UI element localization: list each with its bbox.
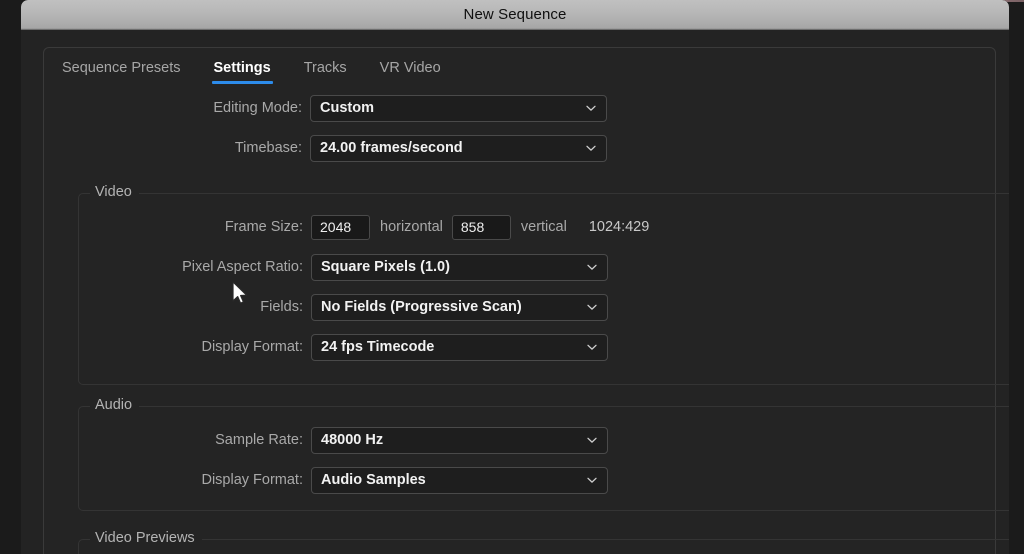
chevron-down-icon	[585, 102, 597, 114]
frame-size-horizontal-unit: horizontal	[380, 219, 443, 235]
fields-value: No Fields (Progressive Scan)	[321, 299, 522, 315]
video-display-format-label: Display Format:	[201, 339, 303, 355]
tab-vr-video[interactable]: VR Video	[378, 57, 443, 84]
editing-mode-select[interactable]: Custom	[310, 94, 607, 122]
video-previews-group-body	[79, 540, 1009, 554]
pixel-aspect-ratio-value: Square Pixels (1.0)	[321, 259, 450, 275]
chevron-down-icon	[586, 434, 598, 446]
sample-rate-label: Sample Rate:	[215, 432, 303, 448]
row-editing-mode: Editing Mode: Custom	[44, 94, 995, 122]
editing-mode-label: Editing Mode:	[213, 100, 302, 116]
top-fields: Editing Mode: Custom Timebase: 24.00 fra…	[44, 94, 995, 174]
video-display-format-value: 24 fps Timecode	[321, 339, 435, 355]
sample-rate-value: 48000 Hz	[321, 432, 384, 448]
sample-rate-select[interactable]: 48000 Hz	[311, 426, 608, 454]
video-display-format-select[interactable]: 24 fps Timecode	[311, 333, 608, 361]
dialog-titlebar[interactable]: New Sequence	[21, 0, 1009, 30]
chevron-down-icon	[586, 341, 598, 353]
row-video-display-format: Display Format: 24 fps Timecode	[79, 333, 1009, 361]
timebase-select[interactable]: 24.00 frames/second	[310, 134, 607, 162]
chevron-down-icon	[585, 142, 597, 154]
audio-group-body: Sample Rate: 48000 Hz Display Format: Au…	[79, 407, 1009, 515]
row-sample-rate: Sample Rate: 48000 Hz	[79, 426, 1009, 454]
chevron-down-icon	[586, 261, 598, 273]
timebase-label: Timebase:	[234, 140, 302, 156]
tab-bar: Sequence Presets Settings Tracks VR Vide…	[60, 57, 443, 84]
video-group-body: Frame Size: 2048 horizontal 858 vertical…	[79, 194, 1009, 382]
tab-sequence-presets[interactable]: Sequence Presets	[60, 57, 183, 84]
video-previews-group-legend: Video Previews	[90, 530, 202, 546]
pixel-aspect-ratio-label: Pixel Aspect Ratio:	[182, 259, 303, 275]
video-previews-group: Video Previews	[78, 530, 1009, 554]
pixel-aspect-ratio-select[interactable]: Square Pixels (1.0)	[311, 253, 608, 281]
audio-group-legend: Audio	[90, 397, 140, 413]
new-sequence-dialog: New Sequence Sequence Presets Settings T…	[21, 0, 1009, 554]
audio-display-format-value: Audio Samples	[321, 472, 426, 488]
video-group: Video Frame Size: 2048 horizontal 858 ve…	[78, 184, 1009, 385]
row-frame-size: Frame Size: 2048 horizontal 858 vertical…	[79, 213, 1009, 241]
tab-tracks[interactable]: Tracks	[302, 57, 349, 84]
settings-panel: Sequence Presets Settings Tracks VR Vide…	[43, 47, 1009, 554]
audio-group: Audio Sample Rate: 48000 Hz Display Form…	[78, 397, 1009, 511]
frame-size-label: Frame Size:	[224, 219, 303, 235]
audio-display-format-label: Display Format:	[201, 472, 303, 488]
row-audio-display-format: Display Format: Audio Samples	[79, 466, 1009, 494]
editing-mode-value: Custom	[320, 100, 374, 116]
screen: New Sequence Sequence Presets Settings T…	[0, 0, 1024, 554]
audio-display-format-select[interactable]: Audio Samples	[311, 466, 608, 494]
timebase-value: 24.00 frames/second	[320, 140, 463, 156]
dialog-title: New Sequence	[463, 6, 567, 23]
row-fields: Fields: No Fields (Progressive Scan)	[79, 293, 1009, 321]
fields-select[interactable]: No Fields (Progressive Scan)	[311, 293, 608, 321]
row-timebase: Timebase: 24.00 frames/second	[44, 134, 995, 162]
tab-settings[interactable]: Settings	[211, 57, 273, 84]
row-pixel-aspect-ratio: Pixel Aspect Ratio: Square Pixels (1.0)	[79, 253, 1009, 281]
frame-size-horizontal-input[interactable]: 2048	[311, 214, 370, 240]
dialog-body: Sequence Presets Settings Tracks VR Vide…	[21, 30, 1009, 554]
frame-size-vertical-input[interactable]: 858	[451, 214, 511, 240]
video-group-legend: Video	[90, 184, 139, 200]
chevron-down-icon	[586, 301, 598, 313]
frame-size-ratio: 1024:429	[588, 219, 650, 235]
fields-label: Fields:	[260, 299, 303, 315]
frame-size-vertical-unit: vertical	[520, 219, 567, 235]
chevron-down-icon	[586, 474, 598, 486]
